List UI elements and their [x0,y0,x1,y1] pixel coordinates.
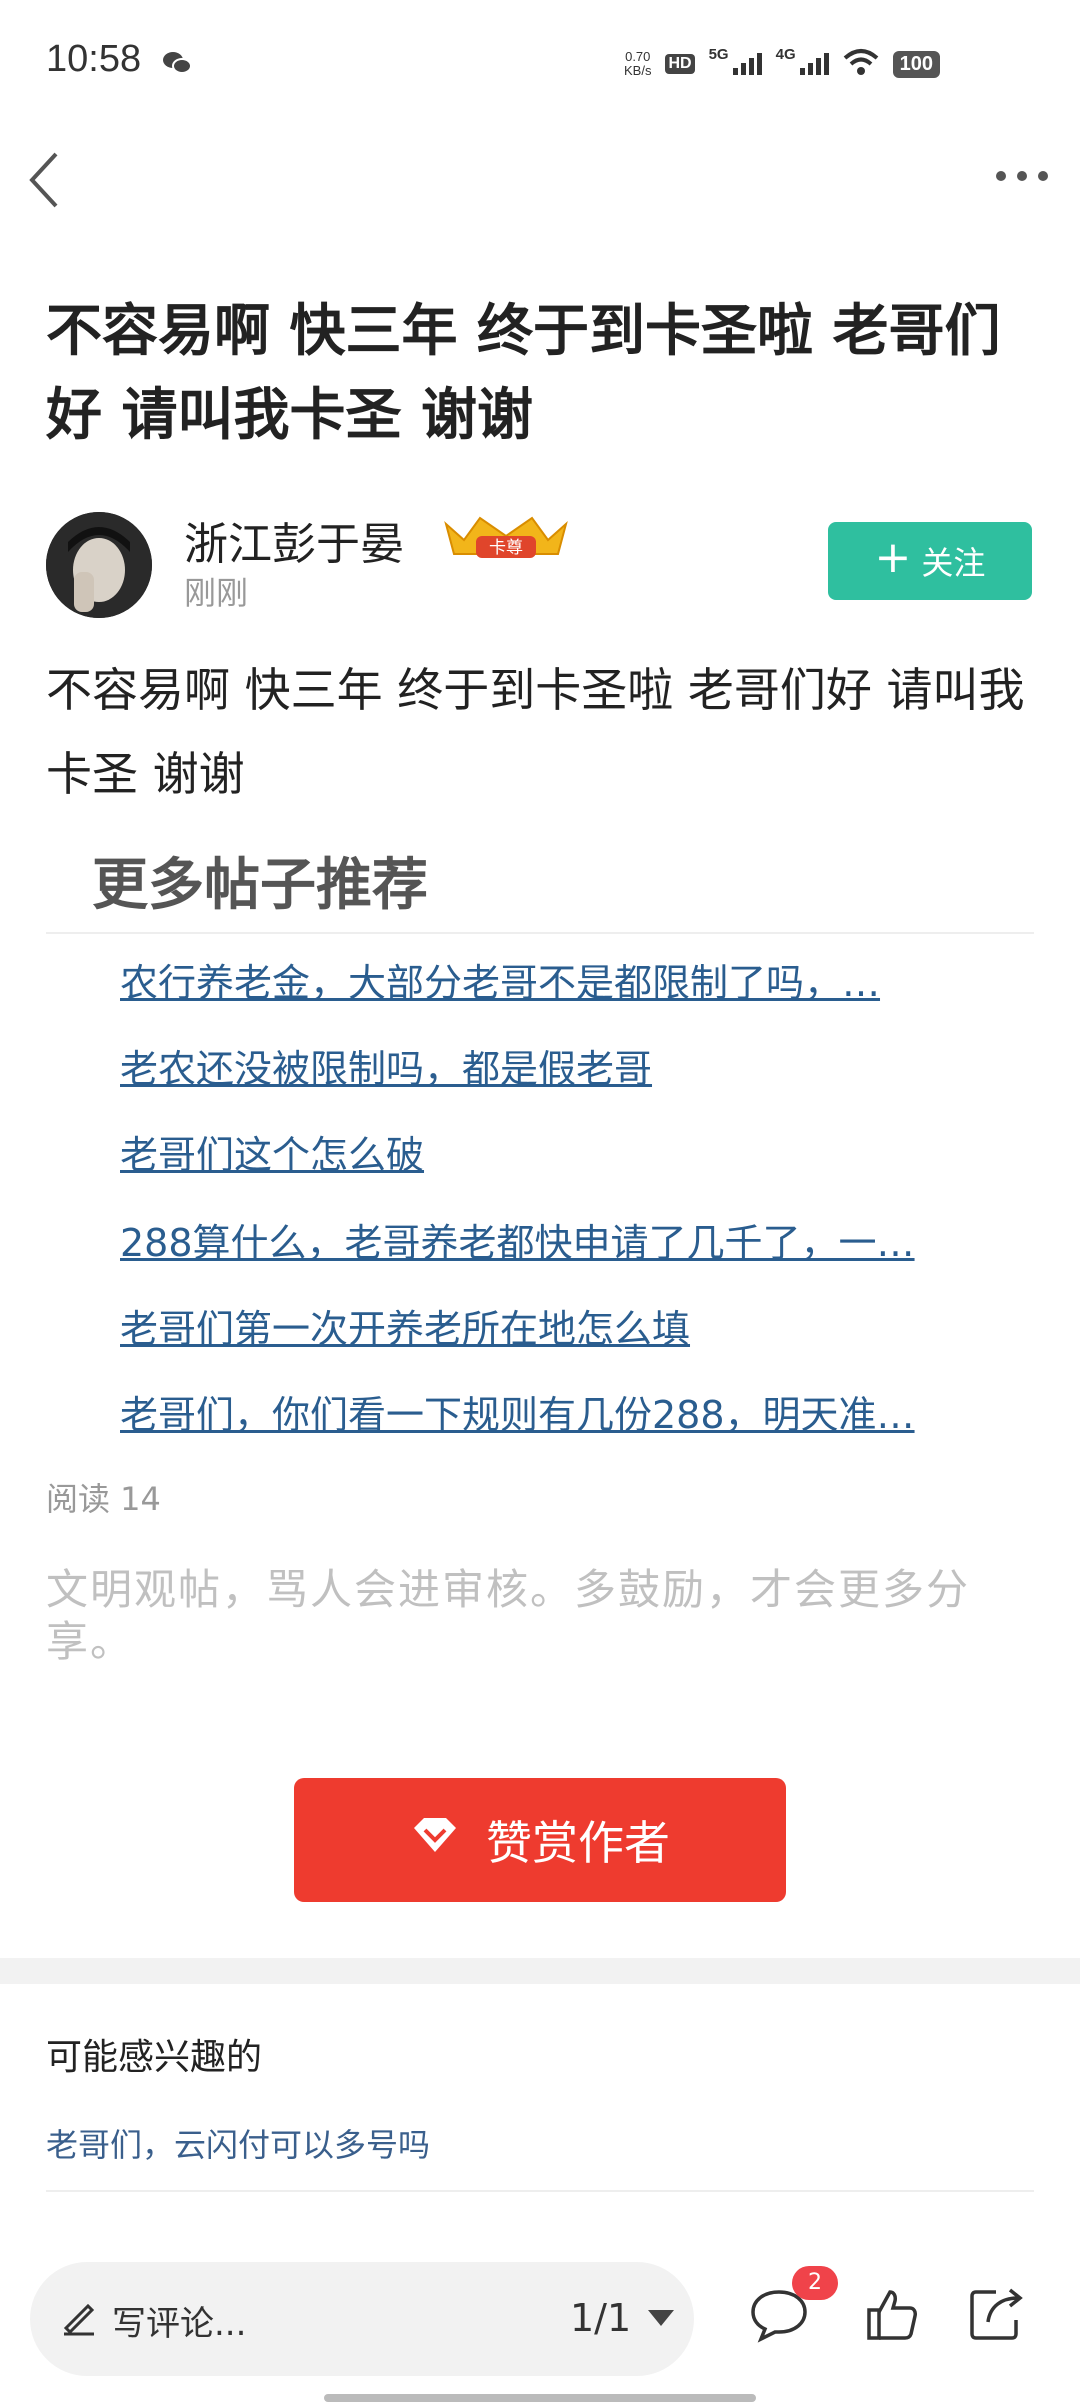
home-indicator[interactable] [324,2394,756,2402]
caret-down-icon[interactable] [648,2310,674,2326]
signal-bars-icon [799,53,829,75]
comment-count-badge: 2 [792,2266,838,2300]
recommendations-heading: 更多帖子推荐 [92,853,428,918]
recommendation-link[interactable]: 老哥们，你们看一下规则有几份288，明天准… [120,1384,1000,1439]
plus-icon: + [874,532,912,583]
signal-label-5g: 5G [708,45,729,63]
interest-heading: 可能感兴趣的 [46,2037,263,2078]
reward-author-button[interactable]: 赞赏作者 [294,1778,786,1902]
divider [46,932,1034,934]
hd-icon: HD [665,54,695,74]
more-icon[interactable] [994,168,1050,187]
recommendation-link[interactable]: 农行养老金，大部分老哥不是都限制了吗，… [120,952,1000,1007]
diamond-icon [410,1813,460,1867]
author-name[interactable]: 浙江彭于晏 [184,508,404,572]
post-body: 不容易啊 快三年 终于到卡圣啦 老哥们好 请叫我卡圣 谢谢 [46,663,1025,801]
back-icon[interactable] [24,148,64,216]
avatar[interactable] [46,512,152,618]
recommendation-link[interactable]: 288算什么，老哥养老都快申请了几千了，一… [120,1212,1000,1267]
interest-item[interactable]: 老哥们，云闪付可以多号吗 [46,2120,430,2166]
battery-icon: 100 [892,50,940,78]
recommendation-link[interactable]: 老农还没被限制吗，都是假老哥 [120,1038,1000,1093]
follow-button[interactable]: + 关注 [828,522,1032,600]
section-separator [0,1958,1080,1984]
svg-text:卡尊: 卡尊 [489,538,523,558]
wechat-icon [162,50,192,80]
post-title: 不容易啊 快三年 终于到卡圣啦 老哥们好 请叫我卡圣 谢谢 [46,299,1001,448]
page-indicator[interactable]: 1/1 [570,2296,631,2340]
comment-notice: 文明观帖，骂人会进审核。多鼓励，才会更多分享。 [46,1565,971,1666]
status-time: 10:58 [46,38,142,80]
crown-badge-icon: 卡尊 [440,514,572,566]
net-speed: 0.70 KB/s [624,49,652,78]
read-count: 阅读 14 [46,1480,161,1518]
comment-placeholder: 写评论... [112,2304,247,2344]
follow-label: 关注 [921,544,986,582]
divider [46,2190,1034,2192]
pencil-icon [60,2298,98,2340]
comment-input[interactable]: 写评论... 1/1 [30,2262,694,2376]
signal-bars-icon [732,53,762,75]
status-icons: 0.70 KB/s HD 5G 4G 100 [624,44,940,84]
wifi-icon [843,48,879,81]
reward-label: 赞赏作者 [486,1816,670,1870]
post-time: 刚刚 [184,574,249,612]
recommendation-link[interactable]: 老哥们第一次开养老所在地怎么填 [120,1298,1000,1353]
signal-label-4g: 4G [775,45,796,63]
recommendation-link[interactable]: 老哥们这个怎么破 [120,1124,1000,1179]
like-icon[interactable] [866,2288,918,2346]
share-icon[interactable] [968,2286,1028,2346]
